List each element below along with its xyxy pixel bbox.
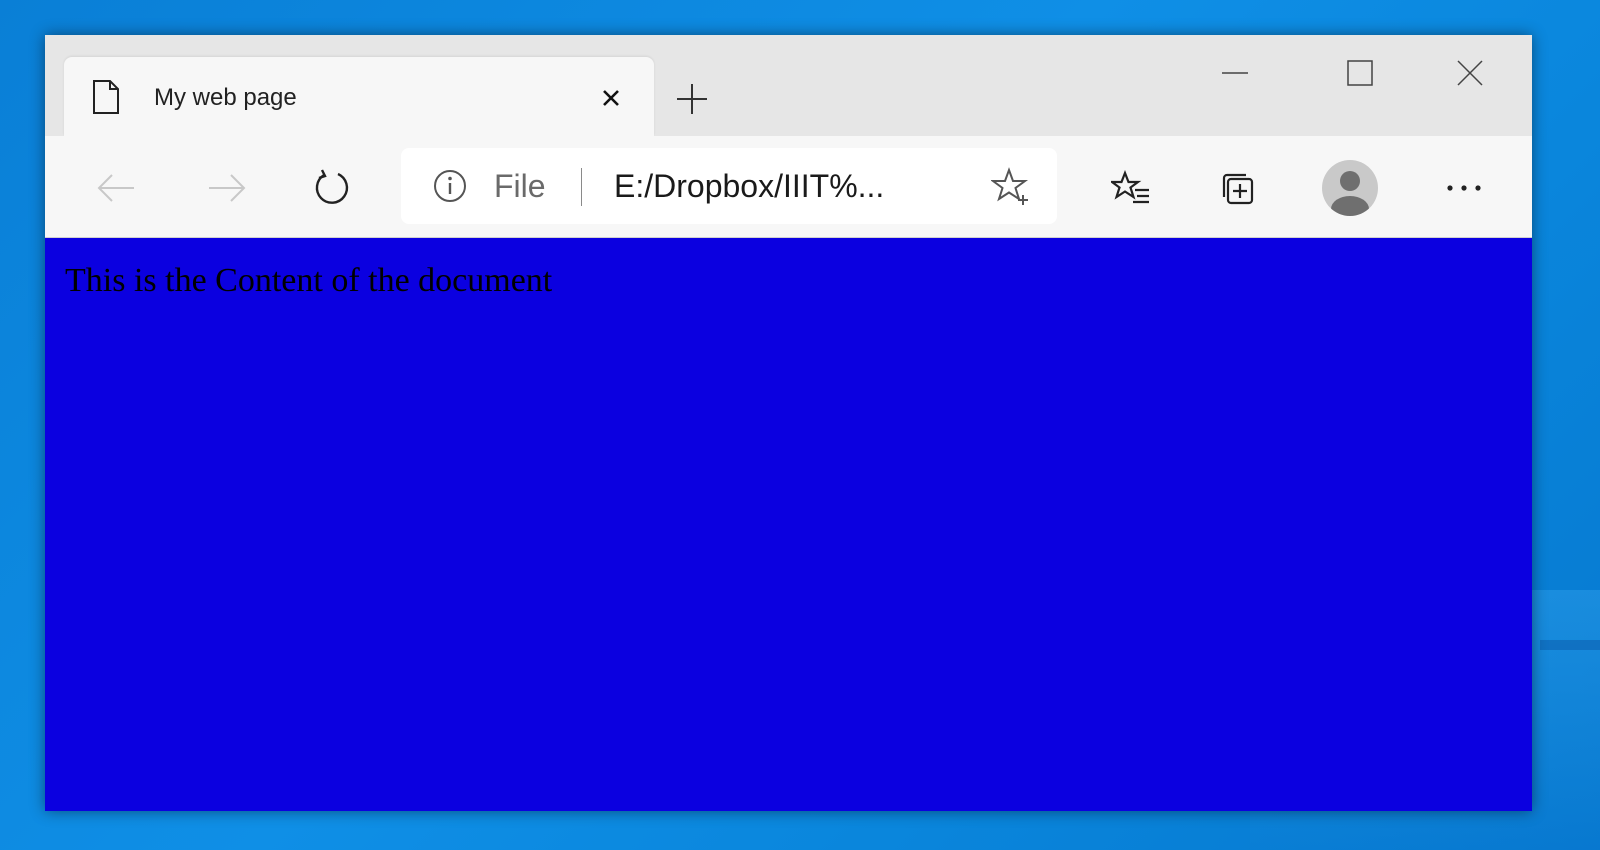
page-viewport: This is the Content of the document [45,237,1532,811]
minimize-icon [1222,72,1248,74]
maximize-icon [1347,60,1373,86]
new-tab-button[interactable] [670,77,714,121]
collections-icon [1222,173,1254,205]
window-close-button[interactable] [1440,53,1500,93]
address-bar[interactable]: File E:/Dropbox/IIIT%... [401,148,1057,224]
favorites-button[interactable] [1107,164,1155,212]
back-button[interactable] [92,164,140,212]
scheme-label: File [494,168,546,204]
favorites-list-icon [1111,170,1149,204]
url-text[interactable]: E:/Dropbox/IIIT%... [614,168,884,204]
collections-button[interactable] [1213,164,1261,212]
refresh-icon [315,169,349,204]
add-favorite-star-icon[interactable] [991,167,1031,207]
page-content-text: This is the Content of the document [65,262,553,299]
maximize-button[interactable] [1330,53,1390,93]
back-arrow-icon [97,174,134,202]
tab-close-button[interactable] [594,81,628,115]
forward-arrow-icon [209,174,246,202]
refresh-button[interactable] [307,164,355,212]
tab-strip: My web page [45,35,1532,136]
close-icon [1457,60,1483,86]
browser-window: My web page File E:/Dropbox/IIIT%... Thi… [45,35,1532,811]
tab-title: My web page [154,84,297,111]
profile-avatar-icon [1322,160,1378,216]
desktop-background-band [1540,640,1600,650]
browser-toolbar: File E:/Dropbox/IIIT%... [45,136,1532,238]
page-icon [93,80,119,114]
plus-icon [677,84,707,114]
close-icon [603,90,619,106]
profile-button[interactable] [1320,158,1380,218]
address-divider [581,168,582,206]
info-icon[interactable] [432,168,468,204]
more-icon [1447,185,1481,191]
forward-button[interactable] [203,164,251,212]
minimize-button[interactable] [1205,53,1265,93]
tab-my-web-page[interactable]: My web page [64,57,654,136]
more-button[interactable] [1440,164,1488,212]
